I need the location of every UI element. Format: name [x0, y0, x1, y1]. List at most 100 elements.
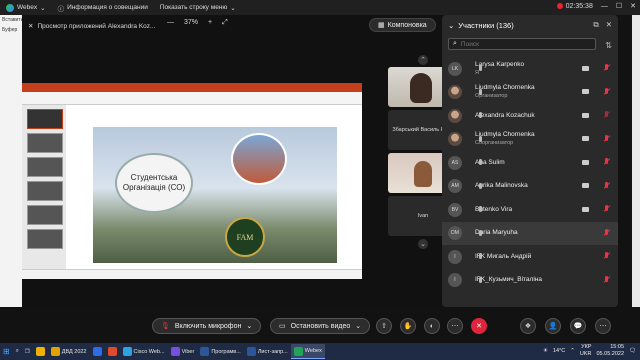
meeting-info-button[interactable]: ⓘ Информация о совещании [58, 3, 148, 13]
mic-muted-icon[interactable] [603, 134, 610, 143]
mic-on-icon[interactable] [603, 111, 610, 119]
sort-icon[interactable]: ⇅ [605, 41, 612, 50]
chevron-up-icon[interactable]: ⌃ [570, 348, 575, 354]
taskbar-app-label: Cisco Web... [133, 348, 165, 355]
app-icon [293, 346, 303, 356]
participant-row[interactable]: I IFK_Кузьмич_Віталіна [442, 269, 618, 293]
camera-icon [582, 136, 589, 141]
mic-muted-icon[interactable] [603, 228, 610, 237]
share-title: Просмотр приложений Alexandra Koz... [37, 22, 156, 30]
slide-thumbnail [27, 205, 63, 225]
mic-muted-icon[interactable] [603, 87, 610, 96]
ppt-status-bar [22, 269, 362, 279]
leave-meeting-button[interactable]: ✕ [471, 318, 487, 334]
stop-video-button[interactable]: ▭ Остановить видео ⌄ [270, 318, 371, 334]
participant-row[interactable]: I IFK Мигаль Андрій [442, 245, 618, 269]
taskbar-app[interactable]: ДВД 2022 [48, 344, 90, 359]
search-input[interactable] [460, 40, 581, 48]
participant-row[interactable]: Liudmyla Chornenka Соорганизатор [442, 128, 618, 152]
participants-header: ⌄ Участники (136) ⧉ ✕ [442, 15, 618, 35]
app-title[interactable]: Webex ⌄ [6, 3, 46, 12]
taskbar-app-label: Програмв... [211, 348, 241, 355]
fam-logo-text: FAM [236, 232, 254, 242]
taskbar-app[interactable]: Cisco Web... [120, 344, 168, 359]
mic-muted-icon[interactable] [603, 205, 610, 213]
windows-taskbar: ⊞ ⌕ ❐ ДВД 2022 Cisco Web... Viber Програмв.… [0, 343, 640, 360]
unmute-button[interactable]: 🎙 Включить микрофон ⌄ [152, 318, 262, 334]
participant-row[interactable]: Alexandra Kozachuk [442, 104, 618, 128]
participant-row[interactable]: Liudmyla Chornenka Организатор [442, 81, 618, 105]
more-panels-button[interactable]: ⋯ [595, 318, 611, 334]
close-icon[interactable]: ✕ [28, 22, 33, 30]
webex-window: Webex ⌄ ⓘ Информация о совещании Показат… [0, 0, 640, 343]
participants-button[interactable]: 👤 [545, 318, 561, 334]
taskbar-app[interactable]: Програмв... [197, 344, 243, 359]
participant-row[interactable]: BV Butenko Vira [442, 198, 618, 222]
mic-muted-icon[interactable] [603, 181, 610, 190]
avatar: AS [448, 155, 462, 170]
taskbar-clock[interactable]: 15:05 05.05.2022 [596, 344, 624, 358]
chevron-down-icon: ⌄ [230, 4, 236, 12]
mic-muted-icon[interactable] [603, 158, 610, 166]
taskbar-app[interactable] [105, 344, 120, 359]
chevron-up-icon[interactable]: ⌃ [418, 55, 428, 65]
chevron-down-icon[interactable]: ⌄ [448, 21, 454, 30]
chevron-down-icon[interactable]: ⌄ [418, 239, 428, 249]
apps-button[interactable]: ❖ [520, 318, 536, 334]
camera-icon [582, 183, 589, 188]
avatar: I [448, 249, 462, 264]
minimize-icon[interactable]: — [601, 3, 608, 10]
zoom-in-icon[interactable]: + [208, 19, 212, 27]
taskbar-app[interactable]: Webex [290, 344, 325, 359]
camera-icon [582, 65, 589, 71]
show-menu-bar-button[interactable]: Показать строку меню ⌄ [160, 4, 236, 12]
participant-row[interactable]: AS Ana Sulim [442, 151, 618, 175]
info-icon: ⓘ [57, 5, 65, 13]
chat-icon: 💬 [573, 323, 583, 330]
expand-icon[interactable]: ⤢ [222, 19, 228, 27]
chat-button[interactable]: 💬 [570, 318, 586, 334]
hand-icon: ✋ [403, 323, 413, 330]
taskbar-app[interactable]: Viber [168, 344, 198, 359]
slide-title-circle: Студентська Організація (СО) [115, 153, 193, 213]
close-icon[interactable]: ✕ [606, 20, 612, 30]
lang-bottom: UKR [579, 351, 592, 357]
taskbar-app[interactable] [33, 344, 48, 359]
captions-button[interactable]: ◐ [424, 318, 440, 334]
mic-muted-icon[interactable] [603, 252, 610, 260]
maximize-icon[interactable]: ☐ [616, 2, 622, 10]
participant-search[interactable]: ⌕ [448, 38, 596, 50]
avatar [448, 108, 462, 123]
zoom-out-icon[interactable]: — [167, 19, 174, 27]
taskbar-app[interactable]: Лист-запр... [244, 344, 291, 359]
participant-role: Соорганизатор [475, 140, 514, 147]
avatar [448, 85, 462, 100]
share-button[interactable]: ⇧ [376, 318, 392, 334]
language-indicator[interactable]: УКР UKR [580, 344, 592, 358]
start-button[interactable]: ⊞ [0, 344, 13, 359]
notifications-icon[interactable]: 🗨 [629, 348, 636, 354]
participant-video [410, 73, 432, 103]
search-button[interactable]: ⌕ [13, 344, 22, 359]
task-view-button[interactable]: ❐ [22, 344, 33, 359]
strip-text: Буфер [2, 27, 18, 33]
more-options-button[interactable]: ⋯ [447, 318, 463, 334]
camera-icon [582, 112, 589, 118]
avatar [448, 132, 462, 147]
shared-powerpoint: Студентська Організація (СО) FAM [22, 83, 362, 279]
chevron-down-icon: ⌄ [40, 4, 46, 12]
search-icon: ⌕ [15, 348, 19, 354]
camera-icon [582, 89, 589, 94]
mic-muted-icon[interactable] [603, 64, 610, 72]
close-icon[interactable]: ✕ [630, 2, 636, 10]
popout-icon[interactable]: ⧉ [593, 20, 598, 30]
participant-row[interactable]: LK Larysa Karpenko Я [442, 57, 618, 81]
mic-muted-icon[interactable] [603, 275, 610, 284]
participant-row[interactable]: DM Daria Maryuha [442, 221, 618, 245]
participant-name: Liudmyla Chornenka [475, 84, 535, 92]
taskbar-app[interactable] [90, 344, 105, 359]
reactions-button[interactable]: ✋ [400, 318, 416, 334]
layout-button[interactable]: ▦ Компоновка [369, 18, 436, 32]
participant-row[interactable]: AM Aurika Malinovska [442, 175, 618, 199]
mic-icon [479, 182, 482, 189]
